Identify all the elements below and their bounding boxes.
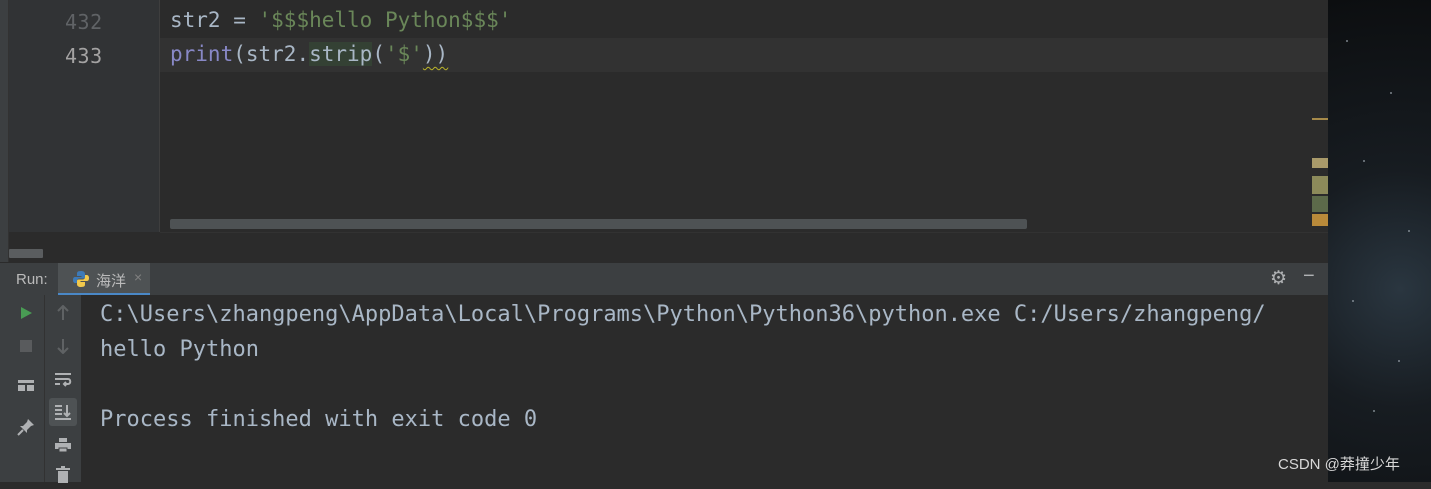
console-line: C:\Users\zhangpeng\AppData\Local\Program… [100, 302, 1266, 327]
background-wallpaper [1328, 0, 1431, 482]
code-token-paren: ( [372, 42, 385, 66]
console-line: Process finished with exit code 0 [100, 407, 538, 432]
line-number-current: 433 [65, 44, 103, 68]
scroll-up-button[interactable] [49, 299, 77, 327]
error-stripe-marker[interactable] [1312, 196, 1328, 212]
arrow-up-icon [57, 305, 69, 320]
star [1346, 40, 1348, 42]
stop-button[interactable] [12, 332, 40, 360]
soft-wrap-button[interactable] [49, 365, 77, 393]
error-stripe-marker[interactable] [1312, 118, 1328, 120]
code-line[interactable]: str2 = '$$$hello Python$$$' [170, 8, 511, 32]
error-stripe-marker[interactable] [1312, 176, 1328, 194]
scroll-down-button[interactable] [49, 332, 77, 360]
play-icon [21, 307, 32, 319]
run-config-tab[interactable]: 海洋 × [58, 263, 150, 296]
code-token-object: str2. [245, 42, 310, 66]
tool-window-button[interactable] [9, 249, 43, 258]
code-token-paren: ( [233, 42, 246, 66]
soft-wrap-icon [55, 373, 72, 387]
star [1408, 230, 1410, 232]
run-label: Run: [16, 271, 48, 288]
print-icon [55, 438, 71, 453]
line-number: 432 [65, 10, 103, 34]
code-token-variable: str2 [170, 8, 221, 32]
console-line: hello Python [100, 337, 259, 362]
gear-icon[interactable]: ⚙ [1270, 267, 1287, 290]
run-panel-header: Run: 海洋 × ⚙ − [0, 262, 1328, 296]
horizontal-scrollbar[interactable] [170, 219, 1027, 229]
error-stripe-marker[interactable] [1312, 214, 1328, 226]
code-token-string: '$$$hello Python$$$' [258, 8, 512, 32]
code-token-method: strip [309, 42, 373, 66]
scroll-to-end-button[interactable] [49, 398, 77, 426]
run-toolbar-primary [0, 295, 45, 482]
editor-bottom-area [160, 232, 1328, 263]
star [1398, 360, 1400, 362]
layout-icon [18, 380, 34, 391]
code-token-builtin: print [170, 42, 234, 66]
run-tab-label: 海洋 [96, 273, 127, 290]
watermark: CSDN @莽撞少年 [1278, 456, 1400, 473]
code-token-operator: = [220, 8, 259, 32]
scroll-to-end-icon [55, 405, 71, 420]
close-icon[interactable]: × [134, 269, 142, 285]
code-token-string: '$' [384, 42, 423, 66]
code-token-paren: )) [422, 42, 449, 66]
print-button[interactable] [49, 431, 77, 459]
star [1390, 92, 1392, 94]
pin-button[interactable] [12, 413, 40, 441]
minus-icon[interactable]: − [1303, 265, 1315, 288]
rerun-button[interactable] [12, 299, 40, 327]
trash-icon [56, 466, 70, 483]
layout-button[interactable] [12, 372, 40, 400]
arrow-down-icon [57, 339, 69, 354]
python-icon [73, 271, 89, 287]
pin-icon [17, 419, 34, 436]
run-toolbar-secondary [45, 295, 82, 483]
tool-window-strip [0, 0, 9, 262]
star [1352, 300, 1354, 302]
star [1363, 160, 1365, 162]
code-editor[interactable]: 432 433 str2 = '$$$hello Python$$$' prin… [0, 0, 1328, 263]
console-output[interactable]: C:\Users\zhangpeng\AppData\Local\Program… [82, 295, 1328, 482]
line-number-gutter: 432 433 [9, 0, 160, 232]
star [1373, 410, 1375, 412]
stop-icon [20, 340, 32, 352]
clear-all-button[interactable] [49, 461, 77, 489]
error-stripe-marker[interactable] [1312, 158, 1328, 168]
code-line-current[interactable]: print(str2.strip('$')) [170, 42, 448, 66]
